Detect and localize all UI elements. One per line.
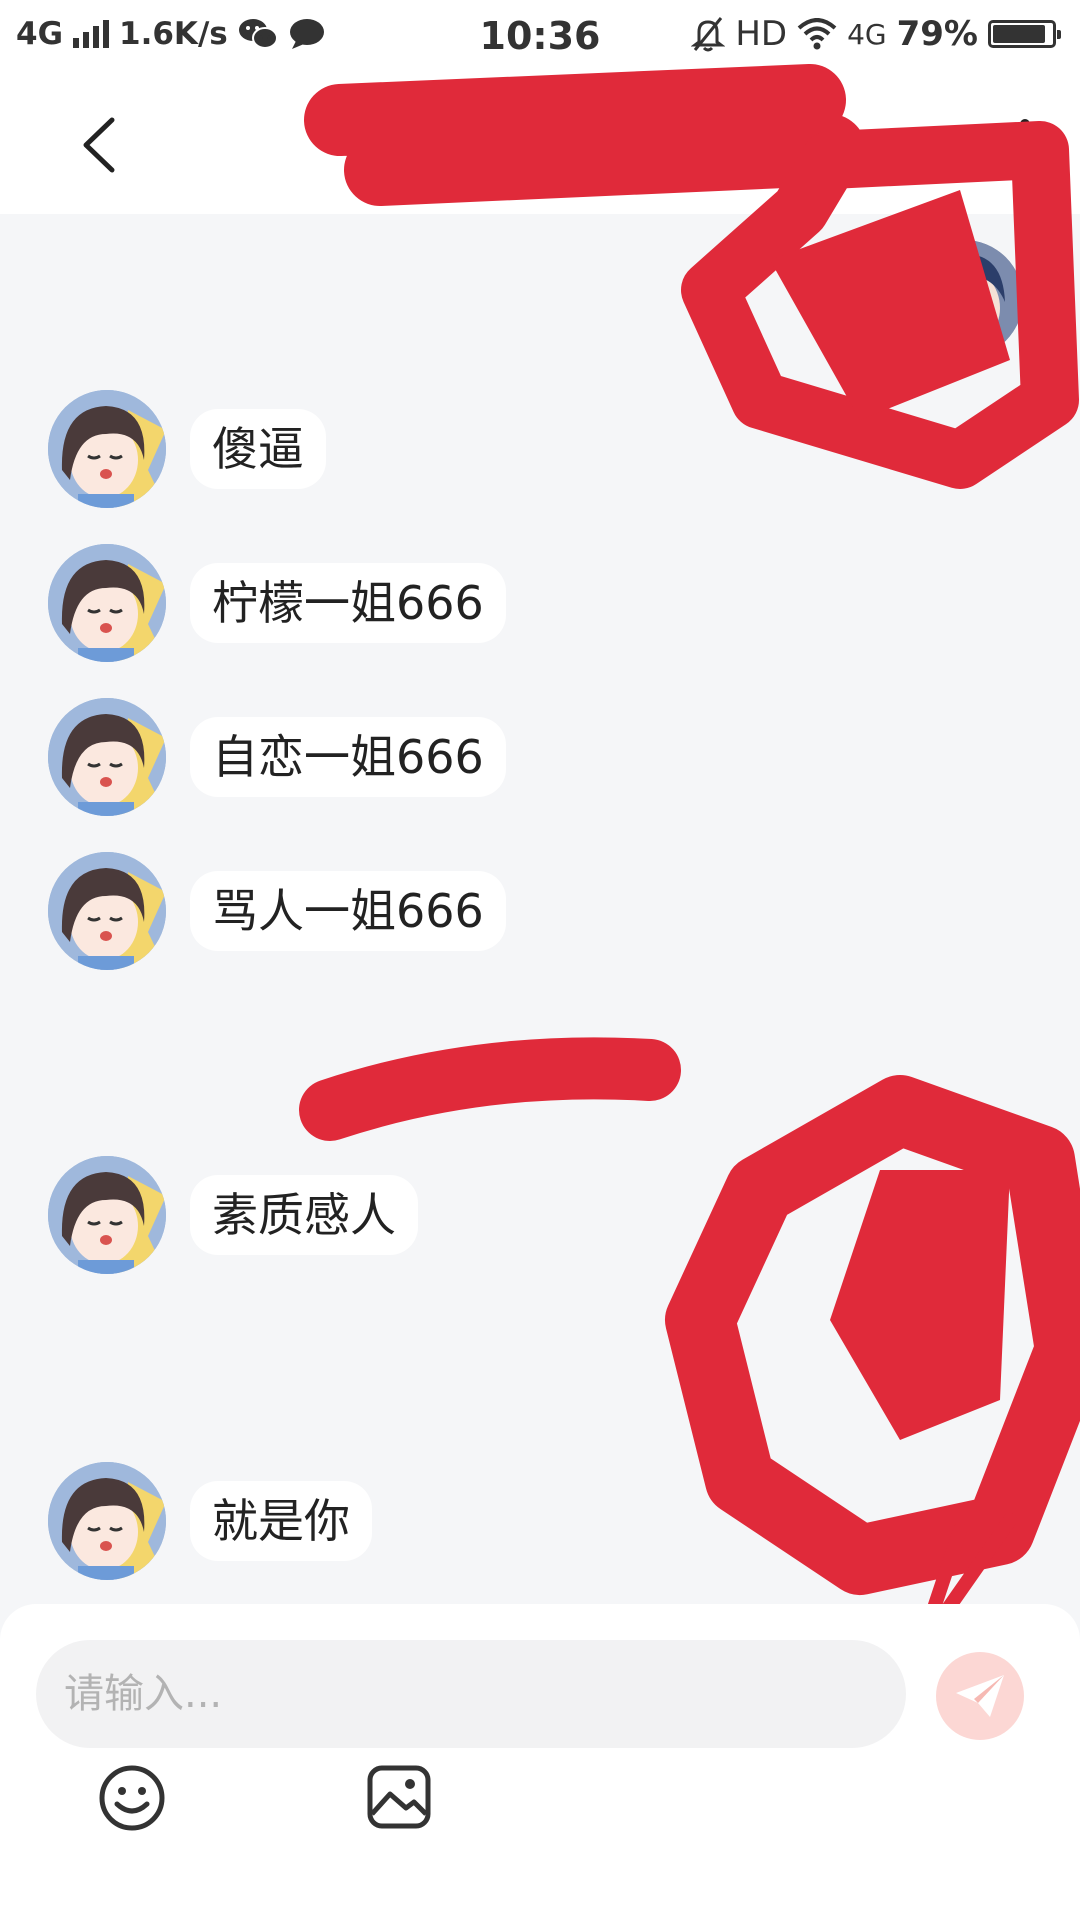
avatar[interactable] [48, 1462, 166, 1580]
avatar[interactable] [48, 698, 166, 816]
emoji-icon[interactable] [98, 1764, 166, 1832]
message-row: 素质感人 [48, 1156, 418, 1274]
message-row: 柠檬一姐666 [48, 544, 506, 662]
message-bubble[interactable]: 自恋一姐666 [190, 717, 506, 797]
message-row: 就是你 [48, 1462, 372, 1580]
avatar[interactable] [48, 1156, 166, 1274]
message-bubble[interactable]: 就是你 [190, 1481, 372, 1561]
message-bubble[interactable]: 傻逼 [190, 409, 326, 489]
avatar[interactable] [48, 852, 166, 970]
send-button[interactable] [936, 1652, 1024, 1740]
message-row: 自恋一姐666 [48, 698, 506, 816]
status-right: HD 4G 79% [691, 14, 1061, 54]
battery-percent: 79% [896, 14, 978, 54]
back-icon[interactable] [70, 112, 130, 178]
image-icon[interactable] [366, 1764, 432, 1830]
avatar[interactable] [48, 544, 166, 662]
message-bubble[interactable]: 柠檬一姐666 [190, 563, 506, 643]
message-bubble[interactable]: 骂人一姐666 [190, 871, 506, 951]
status-bar: 4G 1.6K/s 10:36 HD 4G 79% [0, 0, 1080, 76]
avatar[interactable] [48, 390, 166, 508]
hd-label: HD [735, 14, 788, 54]
self-avatar[interactable] [905, 240, 1023, 358]
more-icon[interactable] [1010, 116, 1040, 176]
nav-bar [0, 76, 1080, 214]
bell-muted-icon [691, 17, 726, 52]
send-icon [956, 1675, 1004, 1717]
input-panel: 请输入... [0, 1604, 1080, 1920]
message-row: 傻逼 [48, 390, 326, 508]
wifi-icon [797, 18, 837, 50]
chat-area: 傻逼 柠檬一姐666 自恋一姐666 骂人一姐666 素质感人 就是你 [0, 214, 1080, 1604]
network-type-right: 4G [847, 17, 887, 51]
message-row: 骂人一姐666 [48, 852, 506, 970]
message-bubble[interactable]: 素质感人 [190, 1175, 418, 1255]
battery-icon [988, 20, 1061, 48]
message-input[interactable]: 请输入... [36, 1640, 906, 1748]
